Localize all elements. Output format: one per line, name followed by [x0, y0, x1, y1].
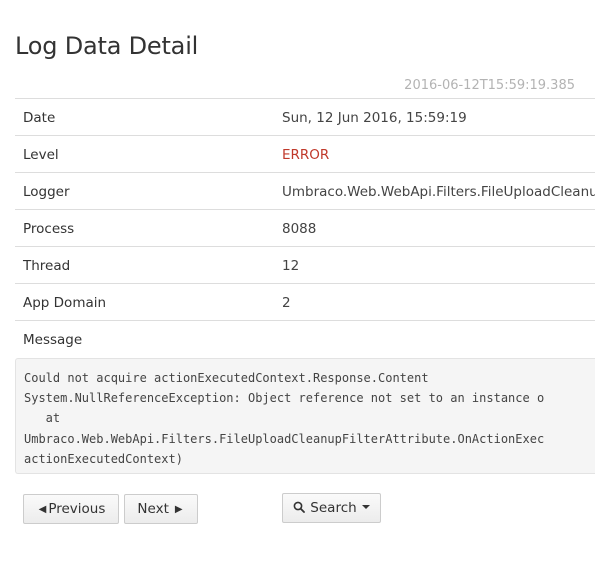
detail-row-date: Date Sun, 12 Jun 2016, 15:59:19 — [15, 99, 595, 136]
message-box: Could not acquire actionExecutedContext.… — [15, 358, 595, 474]
previous-label: Previous — [48, 501, 106, 517]
detail-label: Thread — [23, 258, 71, 274]
previous-button[interactable]: ◀ Previous — [23, 494, 119, 524]
message-line: Umbraco.Web.WebApi.Filters.FileUploadCle… — [24, 431, 545, 446]
log-timestamp: 2016-06-12T15:59:19.385 — [404, 78, 575, 93]
detail-value: 8088 — [282, 221, 317, 237]
detail-row-message: Message — [15, 321, 595, 357]
message-line: actionExecutedContext) — [24, 451, 183, 466]
caret-right-icon: ▶ — [174, 503, 183, 515]
caret-left-icon: ◀ — [38, 503, 47, 515]
detail-label: Message — [23, 332, 83, 348]
detail-label: Level — [23, 147, 59, 163]
detail-label: App Domain — [23, 295, 107, 311]
detail-row-app-domain: App Domain 2 — [15, 284, 595, 321]
chevron-down-icon — [361, 505, 370, 509]
level-value: ERROR — [282, 147, 330, 163]
detail-row-level: Level ERROR — [15, 136, 595, 173]
search-dropdown-button[interactable]: Search — [282, 493, 381, 523]
message-line: at — [24, 411, 61, 426]
detail-value: 2 — [282, 295, 291, 311]
search-icon — [293, 501, 306, 513]
next-button[interactable]: Next ▶ — [124, 494, 198, 524]
detail-row-process: Process 8088 — [15, 210, 595, 247]
detail-label: Logger — [23, 184, 70, 200]
search-label: Search — [310, 500, 357, 516]
detail-row-logger: Logger Umbraco.Web.WebApi.Filters.FileUp… — [15, 173, 595, 210]
message-text: Could not acquire actionExecutedContext.… — [16, 359, 595, 469]
next-label: Next — [137, 501, 169, 517]
detail-row-thread: Thread 12 — [15, 247, 595, 284]
detail-value: Sun, 12 Jun 2016, 15:59:19 — [282, 110, 467, 126]
page-title: Log Data Detail — [15, 32, 199, 60]
message-line: Could not acquire actionExecutedContext.… — [24, 371, 429, 385]
message-line: System.NullReferenceException: Object re… — [24, 391, 545, 406]
detail-value: Umbraco.Web.WebApi.Filters.FileUploadCle… — [282, 184, 595, 200]
log-details-table: Date Sun, 12 Jun 2016, 15:59:19 Level ER… — [15, 98, 595, 357]
detail-label: Date — [23, 110, 56, 126]
detail-value: 12 — [282, 258, 300, 274]
detail-label: Process — [23, 221, 75, 237]
